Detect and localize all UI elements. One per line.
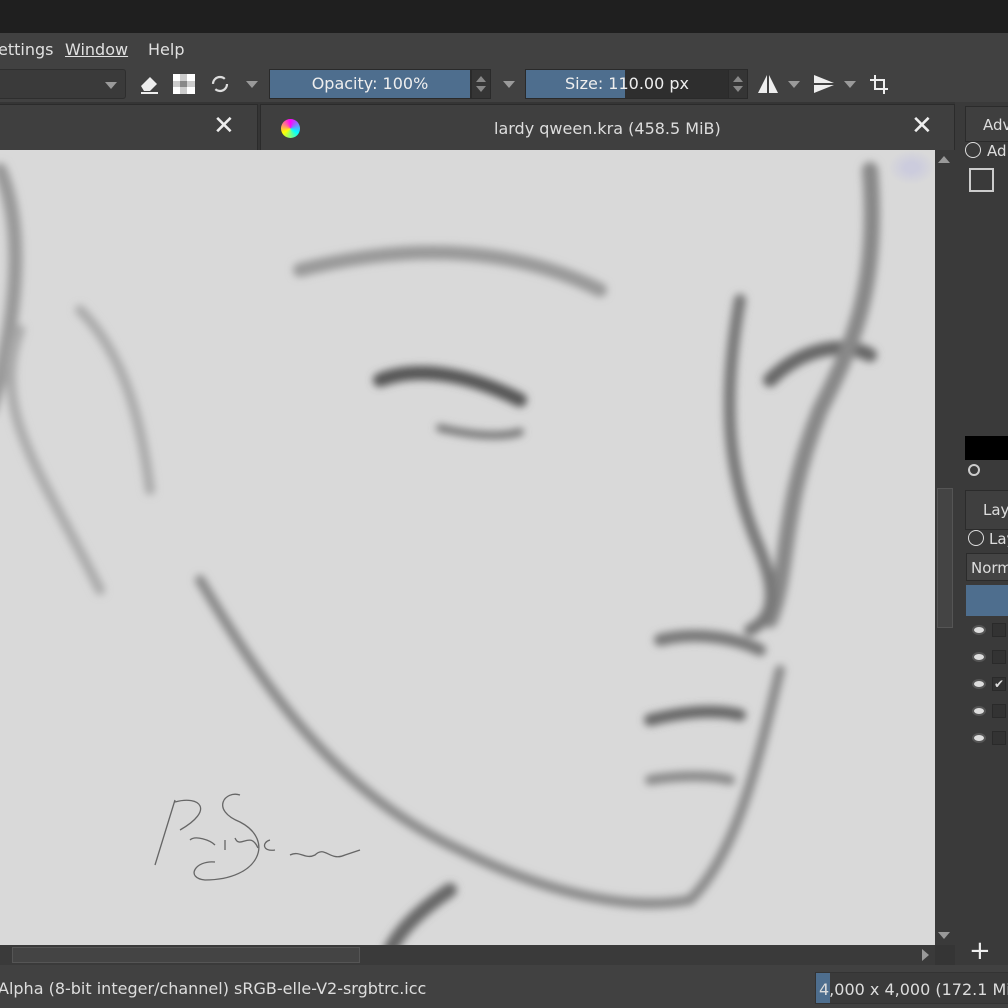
layers-title: Lay [989,530,1008,548]
selection-marker [888,150,935,185]
opacity-spinner[interactable] [471,69,491,99]
status-bar: Alpha (8-bit integer/channel) sRGB-elle-… [0,965,1008,1008]
menu-help[interactable]: Help [148,40,184,59]
reload-preset-icon[interactable] [209,73,231,95]
crop-icon[interactable] [868,73,890,95]
settings-list-icon[interactable] [969,168,994,192]
document-tabs: ✕ lardy qween.kra (458.5 MiB) ✕ [0,102,955,150]
chevron-down-icon [105,82,117,89]
drawing-canvas[interactable] [0,150,935,945]
tab-layers[interactable]: Lay [965,490,1008,530]
size-slider[interactable]: Size: 110.00 px [525,69,729,99]
visibility-eye-icon[interactable] [972,652,986,662]
krita-logo-icon [281,119,300,138]
menu-bar: ettings Window Help [0,33,1008,66]
add-layer-button[interactable]: + [969,936,991,966]
horizontal-scroll-thumb[interactable] [12,947,360,963]
advanced-color-title: Ad [987,142,1007,160]
visibility-eye-icon[interactable] [972,706,986,716]
vertical-scroll-thumb[interactable] [937,488,953,628]
layer-checkbox[interactable]: ✔ [992,677,1006,691]
lock-icon[interactable] [965,142,981,158]
close-tab-icon[interactable]: ✕ [911,111,933,141]
visibility-eye-icon[interactable] [972,679,986,689]
layer-checkbox[interactable] [992,650,1006,664]
lock-icon[interactable] [968,530,984,546]
visibility-eye-icon[interactable] [972,733,986,743]
blend-mode-dropdown[interactable]: Norm [966,553,1008,581]
menu-settings[interactable]: ettings [0,40,53,59]
scroll-down-icon[interactable] [938,932,950,939]
horizontal-scrollbar[interactable] [0,945,935,965]
sketch-artwork [0,162,880,945]
size-spinner[interactable] [728,69,748,99]
right-docker-panel: Adv Ad Lay Lay Norm + [955,102,1008,966]
layer-checkbox[interactable] [992,704,1006,718]
chevron-down-icon[interactable] [788,81,800,88]
signature-logo [154,793,361,881]
menu-window[interactable]: Window [65,40,128,59]
chevron-down-icon[interactable] [844,81,856,88]
tool-options-bar: Opacity: 100% Size: 110.00 px [0,66,1008,102]
opacity-bar[interactable] [966,585,1008,616]
scroll-right-icon[interactable] [922,949,929,961]
image-size: 4,000 x 4,000 (172.1 MiB [819,980,1008,999]
eraser-icon[interactable] [138,74,160,94]
tab-title: lardy qween.kra (458.5 MiB) [494,119,721,138]
color-space-info: Alpha (8-bit integer/channel) sRGB-elle-… [0,979,427,998]
close-tab-icon[interactable]: ✕ [213,111,235,141]
vertical-scrollbar[interactable] [935,150,955,945]
mirror-vertical-icon[interactable] [812,73,836,95]
tab-document-1[interactable]: ✕ [0,104,258,150]
chevron-down-icon[interactable] [503,81,515,88]
chevron-down-icon[interactable] [246,81,258,88]
layer-checkbox[interactable] [992,731,1006,745]
visibility-eye-icon[interactable] [972,625,986,635]
image-size-box[interactable]: 4,000 x 4,000 (172.1 MiB [815,972,1008,1004]
opacity-slider[interactable]: Opacity: 100% [269,69,471,99]
title-bar [0,0,1008,33]
scroll-up-icon[interactable] [938,156,950,163]
mirror-horizontal-icon[interactable] [757,73,779,95]
reset-icon[interactable] [968,464,980,476]
tab-advanced-color[interactable]: Adv [965,106,1008,142]
brush-preset-dropdown[interactable] [0,69,126,99]
tab-document-2[interactable]: lardy qween.kra (458.5 MiB) ✕ [260,104,955,150]
preserve-alpha-icon[interactable] [173,74,195,94]
color-preview [965,436,1008,460]
layer-checkbox[interactable] [992,623,1006,637]
